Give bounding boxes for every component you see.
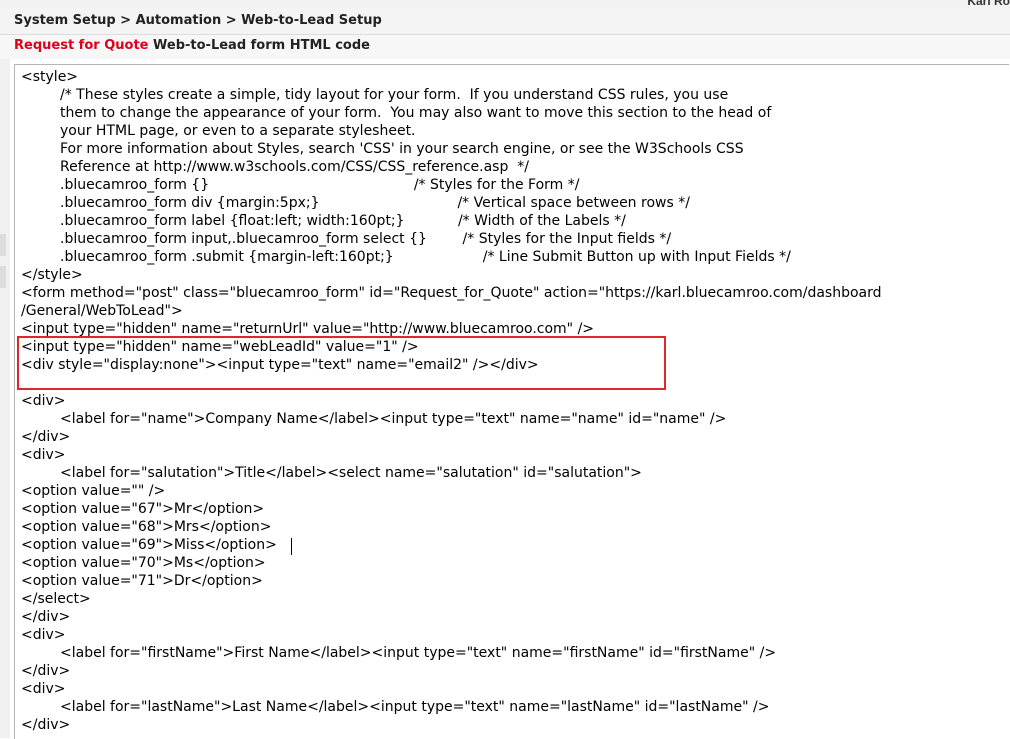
- user-name[interactable]: Karl Ro: [967, 0, 1010, 8]
- code-line: .bluecamroo_form .submit {margin-left:16…: [60, 249, 791, 265]
- code-line: <option value="70">Ms</option>: [21, 555, 266, 571]
- code-line: <label for="name">Company Name</label><i…: [60, 411, 727, 427]
- code-line: .bluecamroo_form input,.bluecamroo_form …: [60, 231, 672, 247]
- code-line: /* These styles create a simple, tidy la…: [60, 87, 729, 103]
- code-line: </div>: [21, 717, 71, 733]
- code-line: </div>: [21, 663, 71, 679]
- section-title: Request for Quote Web-to-Lead form HTML …: [14, 38, 370, 53]
- sidebar-edge-marker: [0, 266, 6, 288]
- code-line: <label for="firstName">First Name</label…: [60, 645, 777, 661]
- code-line: <div>: [21, 393, 66, 409]
- code-line: </style>: [21, 267, 83, 283]
- code-line: .bluecamroo_form div {margin:5px;} /* Ve…: [60, 195, 690, 211]
- code-line: <option value="69">Miss</option>: [21, 537, 277, 553]
- top-bar: Karl Ro: [0, 0, 1010, 8]
- code-line: <div>: [21, 681, 66, 697]
- code-line: <style>: [21, 69, 79, 85]
- code-line: .bluecamroo_form {} /* Styles for the Fo…: [60, 177, 580, 193]
- left-sidebar-edge: [0, 59, 10, 738]
- section-title-text: Web-to-Lead form HTML code: [153, 38, 370, 53]
- code-line: <div>: [21, 627, 66, 643]
- breadcrumb: System Setup > Automation > Web-to-Lead …: [14, 13, 382, 28]
- code-line: <form method="post" class="bluecamroo_fo…: [21, 285, 882, 301]
- highlight-box: [17, 336, 666, 390]
- form-name: Request for Quote: [14, 38, 149, 53]
- code-line: <option value="71">Dr</option>: [21, 573, 263, 589]
- code-line: <option value="" />: [21, 483, 166, 499]
- code-line: Reference at http://www.w3schools.com/CS…: [60, 159, 529, 175]
- code-line: your HTML page, or even to a separate st…: [60, 123, 416, 139]
- code-line: <label for="lastName">Last Name</label><…: [60, 699, 770, 715]
- code-line: <div>: [21, 447, 66, 463]
- html-code-textarea[interactable]: <style> /* These styles create a simple,…: [14, 64, 1009, 739]
- breadcrumb-bar: System Setup > Automation > Web-to-Lead …: [0, 8, 1010, 35]
- code-line: <option value="68">Mrs</option>: [21, 519, 272, 535]
- code-line: /General/WebToLead">: [21, 303, 183, 319]
- code-line: <option value="67">Mr</option>: [21, 501, 265, 517]
- code-line: </div>: [21, 429, 71, 445]
- code-line: </div>: [21, 609, 71, 625]
- sidebar-edge-marker: [0, 234, 6, 256]
- code-line: <label for="salutation">Title</label><se…: [60, 465, 642, 481]
- section-header: Request for Quote Web-to-Lead form HTML …: [0, 35, 1010, 59]
- text-caret: [291, 538, 292, 555]
- code-line: them to change the appearance of your fo…: [60, 105, 772, 121]
- code-line: .bluecamroo_form label {float:left; widt…: [60, 213, 626, 229]
- code-line: For more information about Styles, searc…: [60, 141, 744, 157]
- code-line: </select>: [21, 591, 91, 607]
